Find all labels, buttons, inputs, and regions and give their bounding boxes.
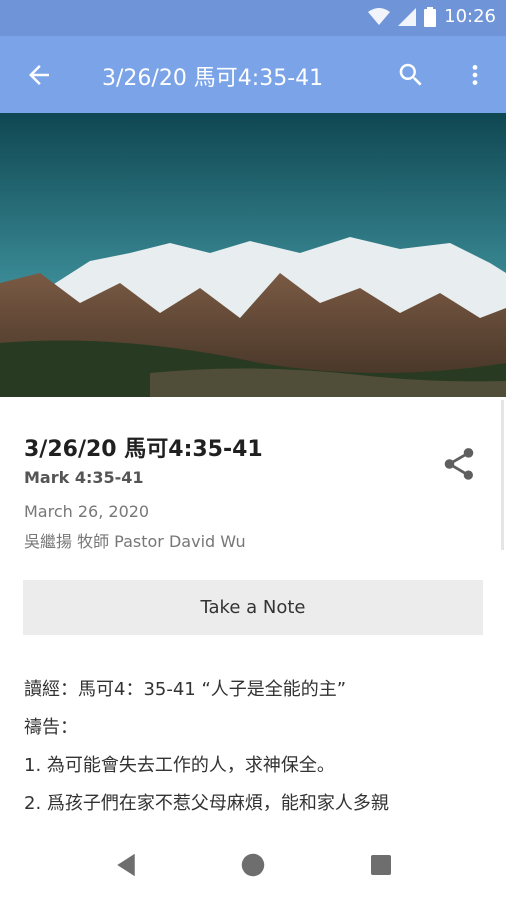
more-vert-icon[interactable] [462,60,488,90]
body-line: 禱告： [24,717,78,738]
nav-back-icon[interactable] [111,850,141,880]
signal-icon [398,7,417,26]
sermon-body: 讀經：馬可4：35-41 “人子是全能的主” 禱告： 1. 為可能會失去工作的人… [24,671,494,823]
status-icons: 10:26 [368,6,496,27]
nav-recents-icon[interactable] [366,850,396,880]
body-line: 讀經：馬可4：35-41 “人子是全能的主” [24,679,347,700]
back-arrow-icon[interactable] [24,60,54,90]
system-nav-bar [0,830,506,900]
sermon-author: 吳繼揚 牧師 Pastor David Wu [24,532,246,551]
mountain-landscape-image [0,113,506,397]
scrollbar[interactable] [501,400,504,550]
hero-image [0,113,506,397]
wifi-icon [368,7,391,25]
sermon-subtitle: Mark 4:35-41 [24,468,144,487]
sermon-date: March 26, 2020 [24,502,150,521]
search-icon[interactable] [396,60,426,90]
battery-icon [424,6,437,27]
take-note-button[interactable]: Take a Note [23,580,483,635]
app-bar: 3/26/20 馬可4:35-41 [0,36,506,113]
status-time: 10:26 [444,6,496,27]
status-bar: 10:26 [0,0,506,36]
share-icon[interactable] [440,445,478,483]
app-bar-title: 3/26/20 馬可4:35-41 [102,66,324,91]
sermon-title: 3/26/20 馬可4:35-41 [24,437,263,462]
body-line: 1. 為可能會失去工作的人，求神保全。 [24,755,335,776]
nav-home-icon[interactable] [238,850,268,880]
body-line: 2. 爲孩子們在家不惹父母麻煩，能和家人多親 [24,793,389,814]
